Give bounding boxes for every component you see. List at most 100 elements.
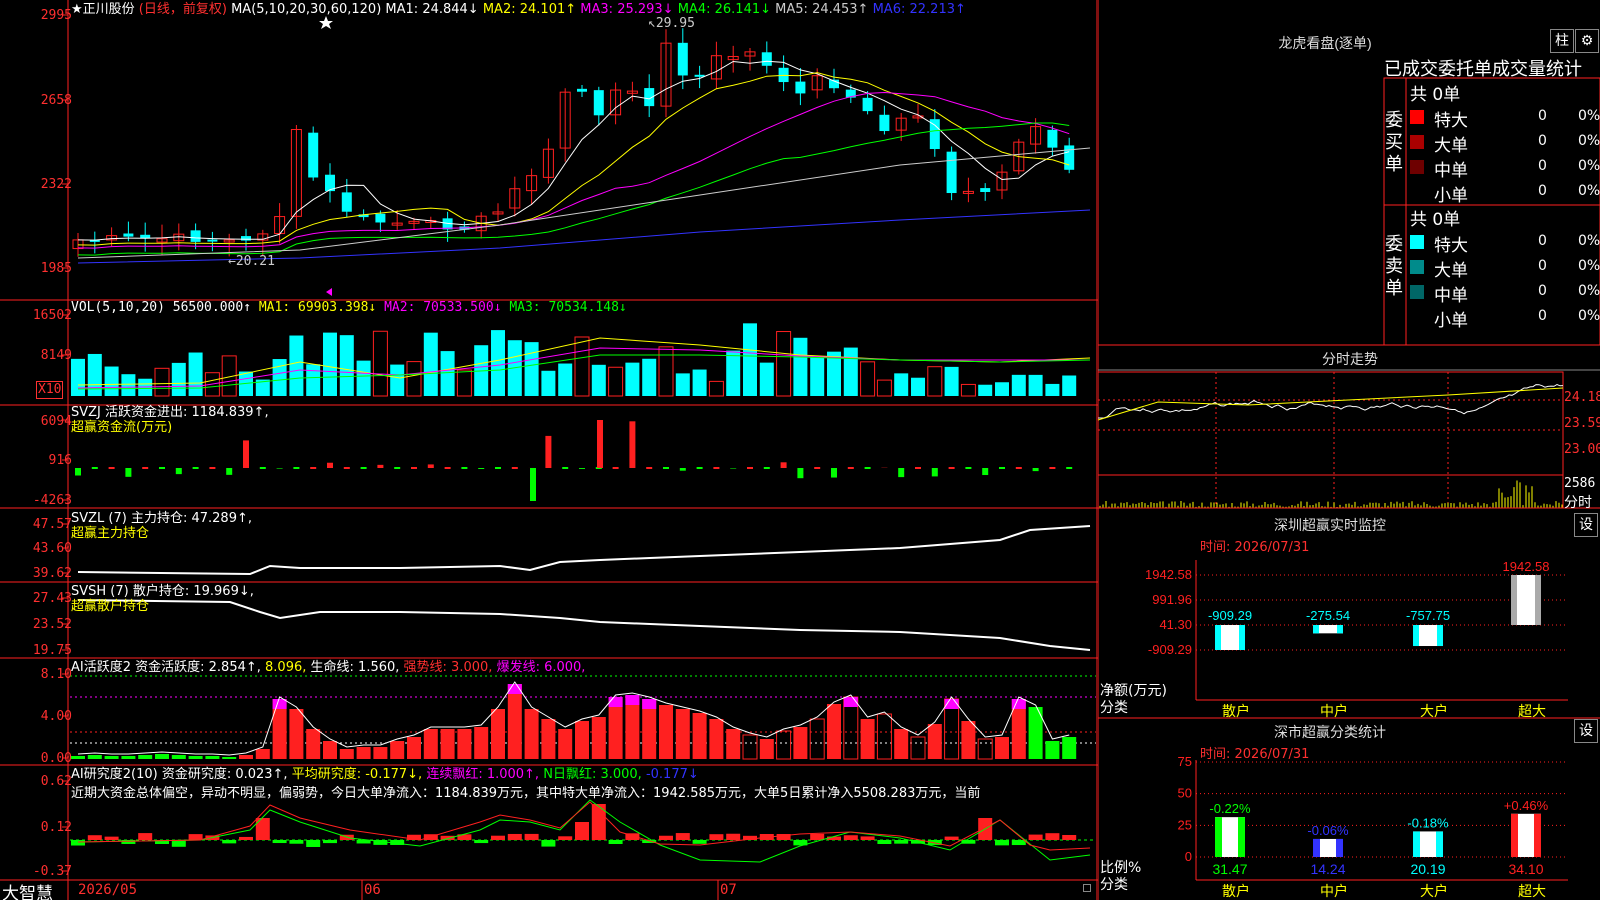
fund-flow-bar	[597, 420, 603, 468]
intraday-title[interactable]: 分时走势	[1100, 349, 1600, 369]
research-bar	[138, 833, 153, 840]
bar-view-button[interactable]: 柱	[1550, 29, 1574, 53]
lock-icon[interactable]	[1083, 884, 1091, 892]
fund-flow-bar	[612, 467, 619, 469]
price-header: ★正川股份 (日线，前复权) MA(5,10,20,30,60,120) MA1…	[71, 2, 966, 17]
color-swatch	[1410, 235, 1424, 249]
svzl-axis-tick: 39.62	[32, 566, 72, 581]
volume-bar-up	[574, 336, 590, 397]
order-count: 0	[1538, 133, 1547, 149]
buy-orders-label: 委买单	[1385, 110, 1403, 175]
ai-active-axis-tick: 8.10	[40, 667, 72, 682]
research-bar	[272, 840, 287, 844]
price-axis-tick: 2658	[40, 93, 72, 108]
ma3-readout: MA3: 25.293↓	[580, 2, 674, 17]
fund-flow-bar	[108, 467, 115, 469]
high-price-label: ↖29.95	[648, 16, 695, 31]
fund-flow-bar	[562, 467, 569, 469]
vol-unit-badge[interactable]: X10	[36, 381, 64, 399]
stock-chart-canvas[interactable]	[0, 0, 1098, 900]
activity-bar	[1045, 741, 1060, 759]
fund-flow-bar	[243, 440, 249, 468]
activity-bar	[927, 724, 942, 759]
fund-flow-bar	[293, 467, 300, 469]
activity-bar	[675, 709, 690, 759]
classify-category-label: 散户	[1222, 883, 1250, 900]
classify-change-label: -0.22%	[1209, 801, 1251, 816]
classify-settings-button[interactable]: 设	[1574, 719, 1598, 743]
monitor-settings-button[interactable]: 设	[1574, 513, 1598, 537]
monitor-value-label: -757.75	[1406, 608, 1450, 623]
vol-header: VOL(5,10,20) 56500.000↑ MA1: 69903.398↓ …	[71, 300, 627, 315]
order-size-label: 小单	[1434, 186, 1468, 206]
activity-bar	[491, 709, 505, 759]
volume-bar-down	[726, 350, 741, 396]
fund-flow-bar	[965, 467, 972, 469]
fund-flow-bar	[192, 467, 199, 469]
monitor-bar-edge	[1215, 625, 1221, 650]
color-swatch	[1410, 260, 1424, 274]
sell-total: 共 0单	[1410, 210, 1461, 230]
retail-holding-line	[77, 599, 1091, 651]
order-size-label: 特大	[1434, 111, 1468, 131]
research-bar	[558, 836, 573, 840]
order-size-label: 中单	[1434, 161, 1468, 181]
classify-value-label: 31.47	[1212, 861, 1247, 877]
date-label: 07	[720, 882, 737, 898]
classify-change-label: -0.06%	[1307, 823, 1349, 838]
volume-bar-down	[188, 352, 203, 396]
research-bar	[188, 834, 203, 840]
ma2-readout: MA2: 24.101↑	[482, 2, 577, 17]
research-bar	[1045, 833, 1060, 840]
candle-body-down	[1047, 129, 1058, 148]
monitor-axis-label: -909.29	[1148, 642, 1192, 657]
order-count: 0	[1538, 233, 1547, 249]
volume-bar-down	[423, 332, 438, 396]
research-bar	[491, 835, 505, 840]
price-axis-tick: 1985	[40, 261, 72, 276]
sell-order-row: 特大 0 0%	[1408, 230, 1600, 256]
buy-order-row: 中单 0 0%	[1408, 155, 1600, 181]
color-swatch	[1410, 285, 1424, 299]
period-label: (日线，前复权)	[138, 2, 227, 17]
order-size-label: 中单	[1434, 286, 1468, 306]
ai-active-axis-tick: 4.00	[40, 709, 72, 724]
longhu-tabs[interactable]: 已成交委托单成交量统计	[1384, 55, 1582, 81]
gear-icon[interactable]: ⚙	[1575, 29, 1599, 53]
research-bar	[843, 835, 858, 840]
activity-bar	[356, 747, 371, 759]
buy-order-row: 特大 0 0%	[1408, 105, 1600, 131]
research-bar	[608, 840, 623, 844]
research-bar	[1028, 834, 1043, 840]
volume-bar-down	[306, 364, 321, 396]
activity-bar	[407, 737, 421, 759]
ai-research-header: AI研究度2(10) 资金研究度: 0.023↑, 平均研究度: -0.177↓…	[71, 767, 699, 782]
svsh-axis-tick: 23.52	[32, 617, 72, 632]
monitor-bar-edge	[1313, 625, 1319, 634]
research-bar	[87, 835, 102, 840]
classify-change-label: -0.18%	[1407, 815, 1449, 830]
research-bar	[306, 840, 321, 847]
chart-area[interactable]	[0, 0, 1098, 900]
volume-bar-down	[978, 384, 993, 396]
volume-bar-down	[104, 366, 119, 396]
fund-flow-bar	[394, 467, 401, 469]
research-bar	[709, 834, 724, 840]
research-bar	[591, 804, 606, 840]
classify-category-label: 中户	[1320, 883, 1348, 900]
candle-body-down	[308, 132, 319, 178]
monitor-value-label: -275.54	[1306, 608, 1350, 623]
fund-flow-bar	[343, 467, 350, 469]
volume-bar-up	[927, 366, 943, 397]
intraday-price-tick: 23.59	[1564, 416, 1600, 431]
fund-flow-bar	[663, 467, 669, 469]
classify-bar-edge	[1336, 838, 1343, 857]
volume-bar-down	[1062, 375, 1077, 396]
fund-flow-bar	[847, 467, 854, 469]
ai-research-axis-tick: -0.37	[32, 864, 72, 879]
volume-bar-down	[675, 373, 690, 396]
buy-total: 共 0单	[1410, 85, 1461, 105]
research-bar	[289, 840, 304, 844]
volume-bar-down	[642, 358, 657, 396]
research-bar	[222, 840, 237, 844]
